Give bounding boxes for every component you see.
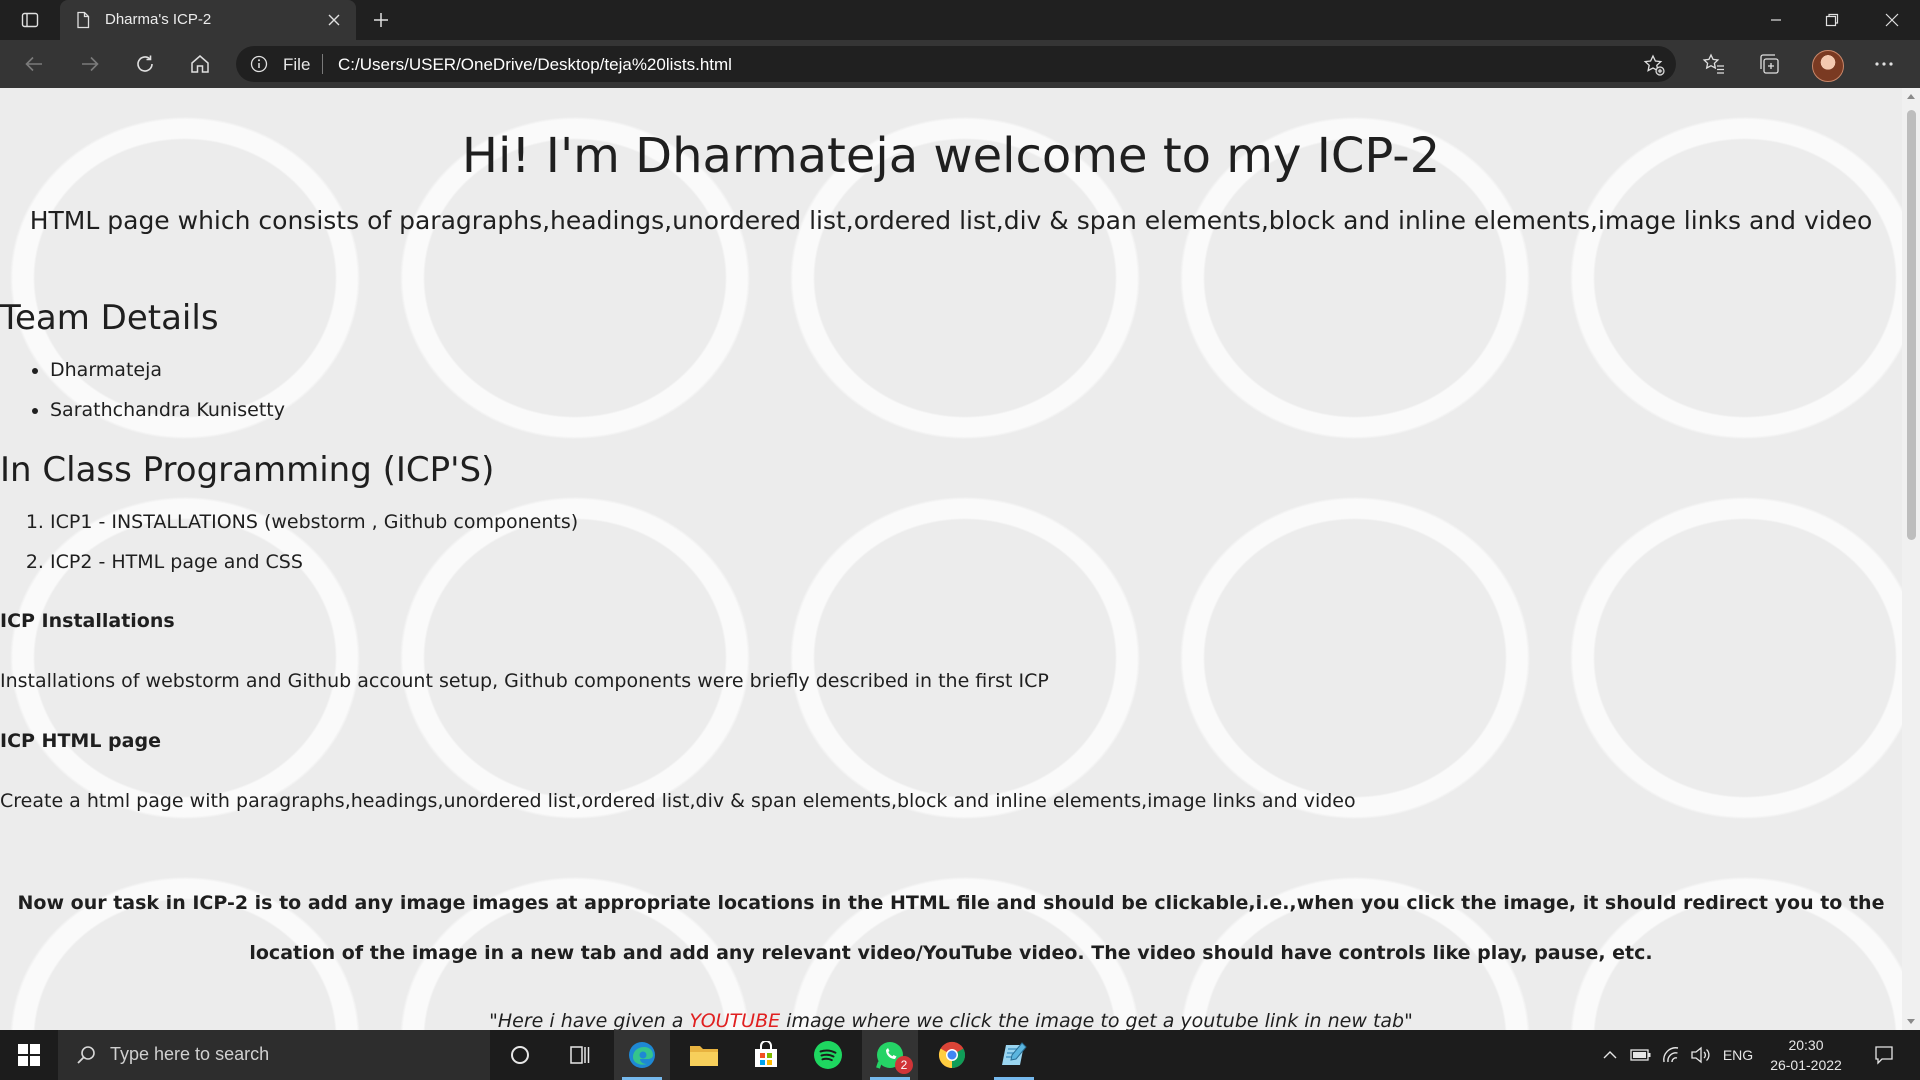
address-scheme-label: File	[283, 55, 311, 74]
profile-avatar[interactable]	[1812, 50, 1844, 82]
close-window-icon[interactable]	[1864, 0, 1920, 40]
address-bar[interactable]: File C:/Users/USER/OneDrive/Desktop/teja…	[236, 46, 1676, 82]
volume-icon[interactable]	[1688, 1030, 1714, 1080]
page-scrollbar[interactable]	[1902, 88, 1920, 1030]
cortana-icon[interactable]	[492, 1030, 548, 1080]
input-language[interactable]: ENG	[1718, 1030, 1758, 1080]
team-members-list: Dharmateja Sarathchandra Kunisetty	[0, 350, 285, 430]
list-item: Dharmateja	[50, 350, 285, 390]
microsoft-store-icon[interactable]	[738, 1030, 794, 1080]
task-view-icon[interactable]	[552, 1030, 608, 1080]
list-item: Sarathchandra Kunisetty	[50, 390, 285, 430]
whatsapp-icon[interactable]: 2	[862, 1030, 918, 1080]
list-item: ICP2 - HTML page and CSS	[50, 542, 578, 582]
battery-icon[interactable]	[1628, 1030, 1654, 1080]
notification-badge: 2	[895, 1056, 913, 1074]
favorites-icon[interactable]	[1698, 48, 1730, 80]
show-hidden-icons-chevron-icon[interactable]	[1598, 1030, 1622, 1080]
clock-date: 26-01-2022	[1770, 1057, 1842, 1073]
address-url[interactable]: C:/Users/USER/OneDrive/Desktop/teja%20li…	[338, 55, 732, 75]
action-center-icon[interactable]	[1864, 1030, 1904, 1080]
edge-browser-icon[interactable]	[614, 1030, 670, 1080]
search-icon	[76, 1045, 96, 1065]
new-tab-icon[interactable]	[368, 8, 394, 32]
taskbar-clock[interactable]: 20:30 26-01-2022	[1764, 1035, 1848, 1075]
page-viewport: Hi! I'm Dharmateja welcome to my ICP-2 H…	[0, 88, 1902, 1030]
html-page-heading: ICP HTML page	[0, 730, 161, 752]
back-arrow-icon[interactable]	[18, 48, 50, 80]
browser-tab[interactable]: Dharma's ICP-2	[60, 0, 356, 40]
clock-time: 20:30	[1788, 1037, 1824, 1053]
more-options-icon[interactable]	[1868, 48, 1900, 80]
windows-start-icon[interactable]	[0, 1030, 58, 1080]
info-icon[interactable]	[250, 55, 268, 73]
minimize-icon[interactable]	[1748, 0, 1804, 40]
restore-icon[interactable]	[1804, 0, 1860, 40]
search-placeholder: Type here to search	[110, 1044, 270, 1064]
task-description: Now our task in ICP-2 is to add any imag…	[17, 892, 1885, 964]
list-item: ICP1 - INSTALLATIONS (webstorm , Github …	[50, 502, 578, 542]
tab-title: Dharma's ICP-2	[105, 11, 212, 28]
page-title: Hi! I'm Dharmateja welcome to my ICP-2	[461, 128, 1441, 184]
wifi-icon[interactable]	[1658, 1030, 1684, 1080]
tab-actions-icon[interactable]	[14, 8, 46, 32]
add-favorite-icon[interactable]	[1642, 53, 1666, 77]
address-separator	[322, 54, 323, 74]
youtube-note-before: "Here i have given a	[489, 1010, 690, 1030]
installations-text: Installations of webstorm and Github acc…	[0, 670, 1049, 692]
browser-toolbar: File C:/Users/USER/OneDrive/Desktop/teja…	[0, 40, 1920, 88]
tab-strip: Dharma's ICP-2	[0, 0, 1920, 40]
installations-heading: ICP Installations	[0, 610, 175, 632]
file-explorer-icon[interactable]	[676, 1030, 732, 1080]
close-tab-icon[interactable]	[322, 8, 346, 32]
page-document-icon	[74, 11, 92, 29]
forward-arrow-icon[interactable]	[74, 48, 106, 80]
icp-list: ICP1 - INSTALLATIONS (webstorm , Github …	[0, 502, 578, 582]
scroll-down-arrow-icon[interactable]	[1907, 1019, 1915, 1024]
scroll-up-arrow-icon[interactable]	[1907, 94, 1915, 99]
scrollbar-thumb[interactable]	[1907, 110, 1916, 540]
refresh-icon[interactable]	[129, 48, 161, 80]
windows-taskbar: Type here to search 2 ENG 20:30 26-01-20…	[0, 1030, 1920, 1080]
collections-icon[interactable]	[1753, 48, 1785, 80]
youtube-note: "Here i have given a YOUTUBE image where…	[0, 1010, 1902, 1030]
taskbar-search-box[interactable]: Type here to search	[58, 1030, 490, 1080]
icp-heading: In Class Programming (ICP'S)	[0, 450, 495, 490]
html-page-text: Create a html page with paragraphs,headi…	[0, 790, 1356, 812]
home-icon[interactable]	[184, 48, 216, 80]
youtube-link[interactable]: YOUTUBE	[689, 1010, 780, 1030]
team-details-heading: Team Details	[0, 298, 219, 338]
page-subtitle: HTML page which consists of paragraphs,h…	[29, 206, 1873, 235]
spotify-icon[interactable]	[800, 1030, 856, 1080]
chrome-icon[interactable]	[924, 1030, 980, 1080]
youtube-note-after: image where we click the image to get a …	[780, 1010, 1413, 1030]
notepad-icon[interactable]	[986, 1030, 1042, 1080]
